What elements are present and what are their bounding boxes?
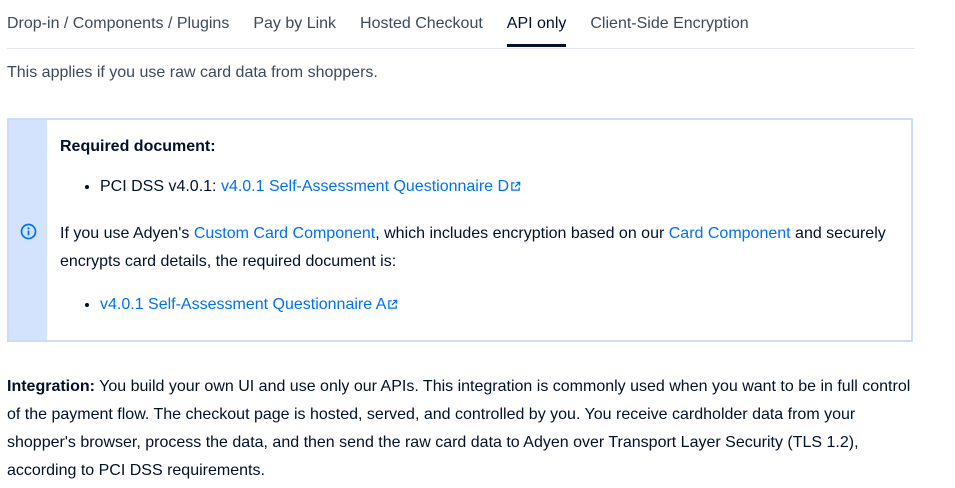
- list-item: PCI DSS v4.0.1: v4.0.1 Self-Assessment Q…: [100, 176, 891, 198]
- integration-tabs: Drop-in / Components / Plugins Pay by Li…: [7, 0, 915, 49]
- external-link-icon: [388, 299, 398, 309]
- pci-dss-label: PCI DSS v4.0.1:: [100, 178, 221, 195]
- integration-label: Integration:: [7, 378, 95, 395]
- card-component-link[interactable]: Card Component: [669, 225, 791, 242]
- saq-a-link[interactable]: v4.0.1 Self-Assessment Questionnaire A: [100, 296, 398, 313]
- saq-d-link-text: v4.0.1 Self-Assessment Questionnaire D: [220, 178, 510, 195]
- info-callout: Required document: PCI DSS v4.0.1: v4.0.…: [7, 118, 913, 342]
- callout-body: Required document: PCI DSS v4.0.1: v4.0.…: [60, 136, 891, 316]
- saq-a-link-text: v4.0.1 Self-Assessment Questionnaire A: [100, 296, 387, 313]
- integration-paragraph: Integration: You build your own UI and u…: [7, 373, 927, 485]
- external-link-icon: [511, 181, 521, 191]
- info-icon: [20, 223, 37, 240]
- intro-text: This applies if you use raw card data fr…: [7, 64, 378, 81]
- para-text-2: , which includes encryption based on our: [375, 225, 669, 242]
- custom-card-component-link[interactable]: Custom Card Component: [194, 225, 375, 242]
- list-item: v4.0.1 Self-Assessment Questionnaire A: [100, 294, 891, 316]
- integration-text: You build your own UI and use only our A…: [7, 378, 911, 479]
- saq-d-link[interactable]: v4.0.1 Self-Assessment Questionnaire D: [221, 178, 521, 195]
- tab-hosted-checkout[interactable]: Hosted Checkout: [360, 0, 483, 47]
- para-text-1: If you use Adyen's: [60, 225, 194, 242]
- required-document-list: PCI DSS v4.0.1: v4.0.1 Self-Assessment Q…: [60, 176, 891, 198]
- custom-card-component-paragraph: If you use Adyen's Custom Card Component…: [60, 220, 891, 276]
- callout-heading: Required document:: [60, 138, 216, 155]
- tab-drop-in-components-plugins[interactable]: Drop-in / Components / Plugins: [7, 0, 229, 47]
- tab-pay-by-link[interactable]: Pay by Link: [253, 0, 336, 47]
- tab-api-only[interactable]: API only: [506, 0, 566, 47]
- tab-client-side-encryption[interactable]: Client-Side Encryption: [590, 0, 748, 47]
- alternative-document-list: v4.0.1 Self-Assessment Questionnaire A: [60, 294, 891, 316]
